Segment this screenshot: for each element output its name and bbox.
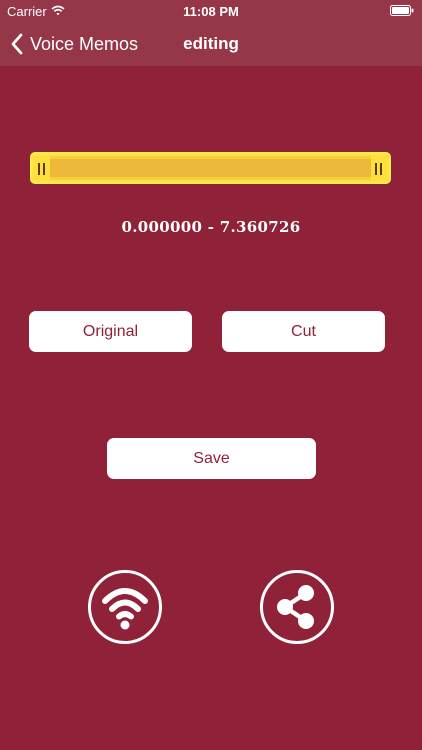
top-bar: Carrier 11:08 PM Voice Memos editing (0, 0, 422, 66)
cut-button[interactable]: Cut (222, 311, 385, 352)
grip-line (43, 163, 45, 175)
wifi-icon (102, 588, 148, 630)
grip-line (375, 163, 377, 175)
navigation-bar: Voice Memos editing (0, 22, 422, 66)
wifi-share-button[interactable] (88, 570, 162, 644)
save-button[interactable]: Save (107, 438, 316, 479)
battery-icon (390, 5, 414, 16)
grip-line (380, 163, 382, 175)
share-button[interactable] (260, 570, 334, 644)
trim-end-handle[interactable] (371, 156, 387, 180)
trim-start-handle[interactable] (34, 156, 50, 180)
trim-selection (50, 159, 371, 177)
share-icon (277, 585, 314, 629)
trim-range-slider[interactable] (30, 152, 391, 184)
trim-range-readout: 0.000000 - 7.360726 (121, 218, 301, 236)
status-time: 11:08 PM (183, 4, 239, 19)
grip-line (38, 163, 40, 175)
status-bar: Carrier 11:08 PM (0, 0, 422, 22)
original-button[interactable]: Original (29, 311, 192, 352)
page-title: editing (183, 34, 239, 53)
